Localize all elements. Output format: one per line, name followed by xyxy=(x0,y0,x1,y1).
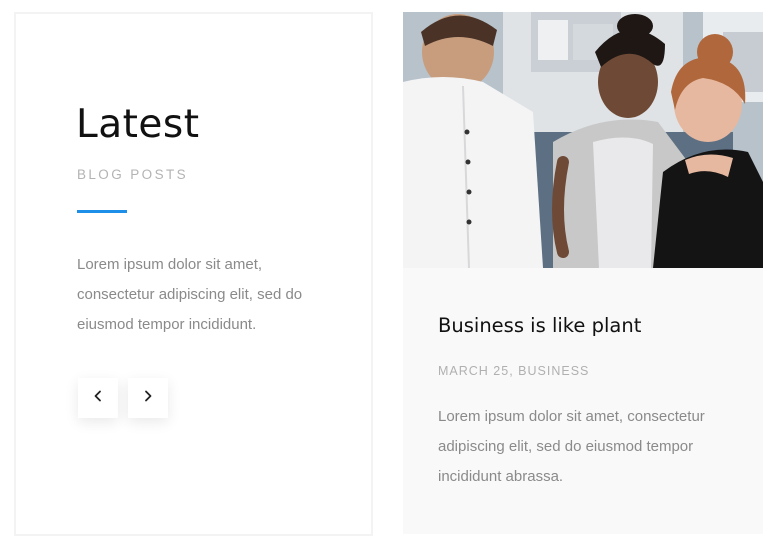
post-excerpt: Lorem ipsum dolor sit amet, consectetur … xyxy=(438,408,705,485)
next-button[interactable] xyxy=(128,378,168,418)
chevron-right-icon xyxy=(143,389,153,407)
blog-post-card[interactable]: Business is like plant MARCH 25, BUSINES… xyxy=(403,12,763,534)
blog-intro-card: Latest BLOG POSTS Lorem ipsum dolor sit … xyxy=(14,12,373,536)
previous-button[interactable] xyxy=(78,378,118,418)
section-subheading: BLOG POSTS xyxy=(77,167,189,182)
section-description: Lorem ipsum dolor sit amet, consectetur … xyxy=(77,256,303,333)
section-heading: Latest xyxy=(76,102,200,147)
post-title[interactable]: Business is like plant xyxy=(438,314,641,337)
accent-divider xyxy=(77,210,127,213)
post-meta: MARCH 25, BUSINESS xyxy=(438,364,590,378)
post-image[interactable] xyxy=(403,12,763,268)
chevron-left-icon xyxy=(93,389,103,407)
